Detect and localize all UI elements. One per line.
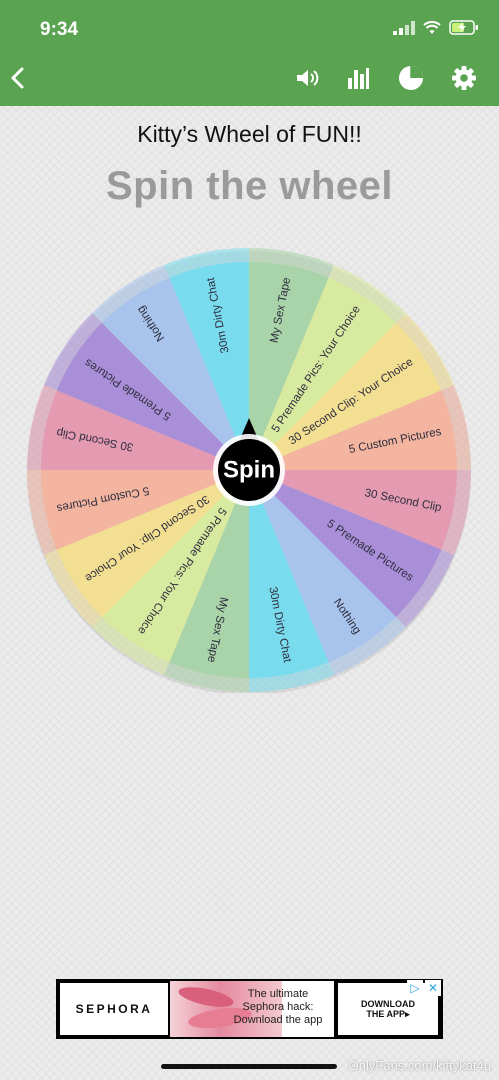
pie-chart-icon <box>399 66 423 90</box>
ad-banner[interactable]: SEPHORA The ultimate Sephora hack: Downl… <box>56 979 443 1039</box>
page-title: Kitty’s Wheel of FUN!! <box>137 121 362 147</box>
spin-button-label[interactable]: Spin <box>223 456 275 483</box>
status-icons <box>393 20 479 35</box>
wifi-icon <box>423 20 441 34</box>
back-button[interactable] <box>0 60 36 96</box>
app-header: 9:34 <box>0 0 499 106</box>
ad-choices[interactable]: ▷ ✕ <box>407 980 441 996</box>
signal-icon <box>393 20 415 35</box>
close-icon[interactable]: ✕ <box>425 980 441 996</box>
stats-button[interactable] <box>340 60 376 96</box>
speaker-icon <box>297 70 319 86</box>
sound-button[interactable] <box>290 60 326 96</box>
watermark: OnlyFans.com/kittykat4u <box>348 1058 491 1073</box>
status-time: 9:34 <box>40 19 79 40</box>
battery-icon <box>449 20 478 35</box>
results-button[interactable] <box>393 60 429 96</box>
chevron-left-icon <box>11 67 24 89</box>
home-indicator <box>161 1064 337 1069</box>
bar-chart-icon <box>348 68 369 89</box>
gear-icon <box>452 66 476 90</box>
settings-button[interactable] <box>446 60 482 96</box>
ad-brand: SEPHORA <box>60 983 168 1035</box>
ad-choices-icon[interactable]: ▷ <box>407 980 423 996</box>
ad-text: The ultimate Sephora hack: Download the … <box>233 988 323 1026</box>
page-subtitle: Spin the wheel <box>105 164 394 208</box>
prize-wheel[interactable]: My Sex Tape5 Premade Pics: Your Choice30… <box>26 247 472 693</box>
